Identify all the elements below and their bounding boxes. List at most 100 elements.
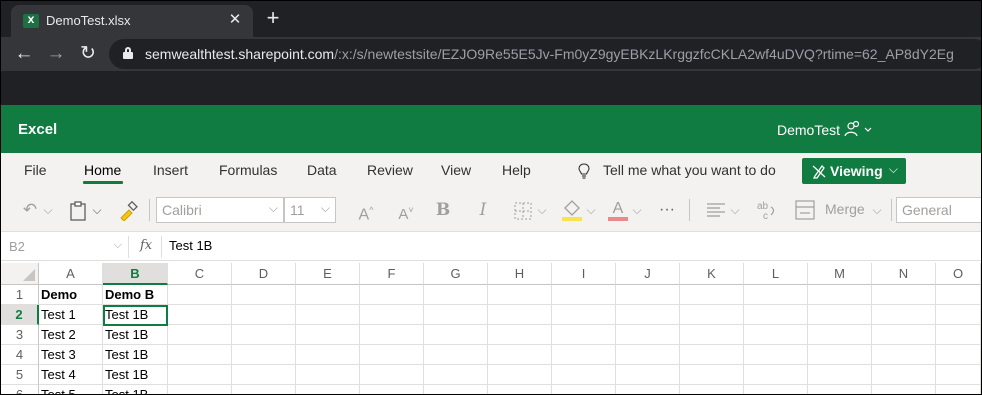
empty-cell[interactable] (424, 345, 488, 365)
empty-cell[interactable] (744, 305, 808, 325)
format-painter-icon[interactable] (118, 201, 138, 221)
empty-cell[interactable] (616, 325, 680, 345)
empty-cell[interactable] (232, 385, 296, 394)
tab-home[interactable]: Home (84, 162, 121, 178)
empty-cell[interactable] (488, 325, 552, 345)
column-header-h[interactable]: H (488, 263, 552, 285)
wrap-text-icon[interactable]: ab c (755, 199, 777, 221)
more-options-icon[interactable]: ··· (655, 197, 679, 223)
empty-cell[interactable] (488, 385, 552, 394)
empty-cell[interactable] (552, 345, 616, 365)
empty-cell[interactable] (424, 325, 488, 345)
cell-a[interactable]: Test 3 (39, 345, 103, 365)
formula-input[interactable]: Test 1B (169, 238, 212, 253)
empty-cell[interactable] (808, 365, 872, 385)
column-header-k[interactable]: K (680, 263, 744, 285)
empty-cell[interactable] (168, 305, 232, 325)
people-icon[interactable] (843, 120, 873, 138)
empty-cell[interactable] (552, 385, 616, 394)
empty-cell[interactable] (296, 385, 360, 394)
tab-file[interactable]: File (24, 162, 47, 178)
empty-cell[interactable] (744, 345, 808, 365)
borders-dropdown-icon[interactable]: ⌵ (535, 197, 549, 223)
column-header-f[interactable]: F (360, 263, 424, 285)
forward-arrow-icon[interactable]: → (43, 41, 69, 67)
number-format-select[interactable]: General (896, 197, 981, 223)
empty-cell[interactable] (936, 305, 981, 325)
empty-cell[interactable] (488, 345, 552, 365)
empty-cell[interactable] (936, 325, 981, 345)
empty-cell[interactable] (616, 385, 680, 394)
align-icon[interactable] (706, 202, 726, 218)
tab-insert[interactable]: Insert (153, 162, 188, 178)
empty-cell[interactable] (680, 285, 744, 305)
empty-cell[interactable] (424, 305, 488, 325)
font-size-select[interactable]: 11 ⌵ (284, 197, 336, 223)
empty-cell[interactable] (936, 365, 981, 385)
cell-b[interactable]: Test 1B (103, 325, 168, 345)
column-header-o[interactable]: O (936, 263, 981, 285)
cell-b[interactable]: Test 1B (103, 345, 168, 365)
merge-label[interactable]: Merge (825, 201, 865, 217)
empty-cell[interactable] (232, 325, 296, 345)
cell-b[interactable]: Test 1B (103, 365, 168, 385)
empty-cell[interactable] (808, 285, 872, 305)
column-header-l[interactable]: L (744, 263, 808, 285)
merge-dropdown-icon[interactable]: ⌵ (870, 197, 884, 223)
cell-a[interactable]: Test 4 (39, 365, 103, 385)
borders-icon[interactable] (514, 202, 532, 220)
increase-font-size-icon[interactable]: A^ (353, 197, 379, 223)
empty-cell[interactable] (872, 385, 936, 394)
empty-cell[interactable] (232, 285, 296, 305)
paste-dropdown-icon[interactable]: ⌵ (90, 197, 104, 223)
column-header-c[interactable]: C (168, 263, 232, 285)
empty-cell[interactable] (360, 365, 424, 385)
column-header-n[interactable]: N (872, 263, 936, 285)
empty-cell[interactable] (680, 305, 744, 325)
document-title[interactable]: DemoTest (777, 122, 840, 138)
viewing-mode-button[interactable]: Viewing ⌵ (802, 158, 906, 184)
bold-icon[interactable]: B (432, 197, 454, 223)
align-dropdown-icon[interactable]: ⌵ (728, 197, 742, 223)
empty-cell[interactable] (488, 305, 552, 325)
empty-cell[interactable] (168, 325, 232, 345)
close-tab-icon[interactable]: ✕ (225, 10, 245, 30)
name-box[interactable]: B2 ⌵ (7, 236, 129, 258)
cell-a[interactable]: Test 5 (39, 385, 103, 394)
column-header-m[interactable]: M (808, 263, 872, 285)
cell-b[interactable]: Demo B (103, 285, 168, 305)
tab-data[interactable]: Data (307, 162, 337, 178)
new-tab-button[interactable]: + (261, 7, 285, 31)
merge-cells-icon[interactable] (795, 200, 815, 220)
empty-cell[interactable] (744, 285, 808, 305)
empty-cell[interactable] (296, 305, 360, 325)
empty-cell[interactable] (872, 285, 936, 305)
row-header[interactable]: 2 (1, 305, 39, 325)
tab-help[interactable]: Help (502, 162, 531, 178)
tab-formulas[interactable]: Formulas (219, 162, 277, 178)
empty-cell[interactable] (936, 345, 981, 365)
empty-cell[interactable] (232, 365, 296, 385)
browser-tab[interactable]: X DemoTest.xlsx ✕ (11, 5, 253, 37)
font-name-select[interactable]: Calibri ⌵ (156, 197, 284, 223)
empty-cell[interactable] (296, 325, 360, 345)
column-header-i[interactable]: I (552, 263, 616, 285)
empty-cell[interactable] (808, 345, 872, 365)
italic-icon[interactable]: I (472, 197, 494, 223)
fill-color-icon[interactable] (561, 198, 583, 222)
address-bar[interactable]: semwealthtest.sharepoint.com/:x:/s/newte… (109, 39, 981, 69)
fill-color-dropdown-icon[interactable]: ⌵ (584, 197, 598, 223)
empty-cell[interactable] (680, 325, 744, 345)
cell-a[interactable]: Demo (39, 285, 103, 305)
empty-cell[interactable] (488, 365, 552, 385)
empty-cell[interactable] (808, 305, 872, 325)
column-header-j[interactable]: J (616, 263, 680, 285)
decrease-font-size-icon[interactable]: A˅ (393, 197, 419, 223)
empty-cell[interactable] (744, 325, 808, 345)
undo-icon[interactable]: ↶ (19, 197, 41, 223)
empty-cell[interactable] (360, 385, 424, 394)
empty-cell[interactable] (488, 285, 552, 305)
empty-cell[interactable] (680, 345, 744, 365)
empty-cell[interactable] (296, 285, 360, 305)
undo-dropdown-icon[interactable]: ⌵ (41, 197, 55, 223)
